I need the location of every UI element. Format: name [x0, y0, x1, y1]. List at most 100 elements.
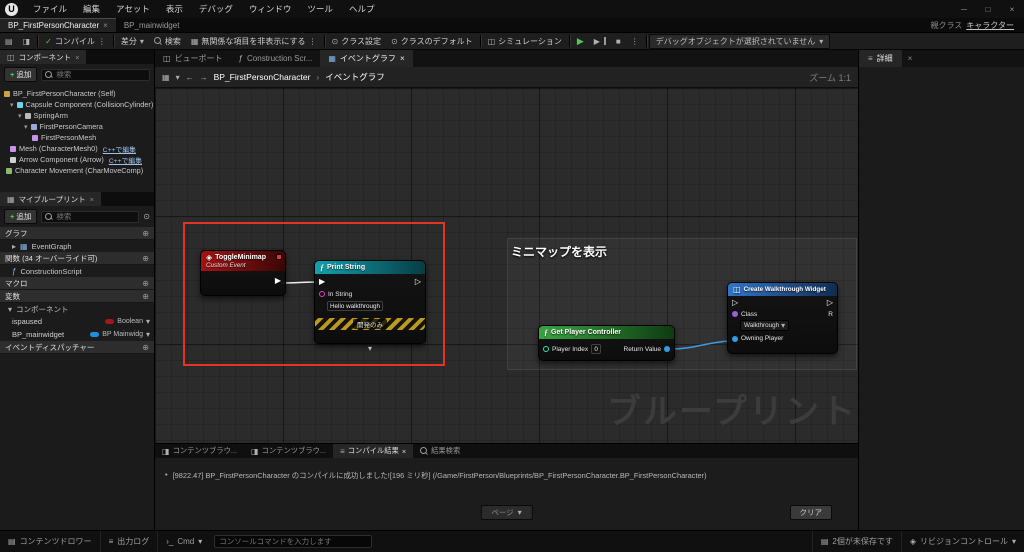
section-variables[interactable]: 変数 ⊕: [0, 290, 154, 303]
menu-asset[interactable]: アセット: [108, 3, 158, 15]
tree-row[interactable]: Arrow Component (Arrow)C++で編集: [0, 154, 154, 165]
tree-row[interactable]: FirstPersonMesh: [0, 132, 154, 143]
string-pin[interactable]: [319, 291, 325, 297]
close-icon[interactable]: ×: [402, 447, 406, 456]
comment-title[interactable]: ミニマップを表示: [511, 243, 607, 260]
section-macros[interactable]: マクロ ⊕: [0, 277, 154, 290]
node-toggle-minimap[interactable]: ◈ToggleMinimap Custom Event ▶: [200, 250, 286, 296]
myblueprint-search-input[interactable]: [56, 212, 135, 221]
exec-in-pin[interactable]: ▶: [319, 278, 325, 286]
edit-cpp-link[interactable]: C++で編集: [109, 155, 142, 165]
caret-right-icon[interactable]: ▸: [12, 242, 16, 251]
in-string-input[interactable]: Hello walkthrough: [327, 301, 383, 311]
menu-debug[interactable]: デバッグ: [191, 3, 241, 15]
play-options-button[interactable]: ⋮: [626, 33, 644, 49]
components-search-input[interactable]: [56, 70, 146, 79]
tree-row[interactable]: ▾Capsule Component (CollisionCylinder): [0, 99, 154, 110]
item-constructionscript[interactable]: ƒ ConstructionScript: [0, 265, 154, 277]
variable-bp-mainwidget[interactable]: BP_mainwidget BP Mainwidg ▾: [0, 328, 154, 341]
menu-help[interactable]: ヘルプ: [341, 3, 383, 15]
variable-ispaused[interactable]: ispaused Boolean ▾: [0, 315, 154, 328]
log-line[interactable]: [9822.47] BP_FirstPersonCharacter のコンパイル…: [173, 470, 707, 481]
play-button[interactable]: ▶: [572, 33, 589, 49]
exec-out-pin[interactable]: ▶: [275, 277, 281, 285]
find-button[interactable]: 検索: [149, 33, 186, 49]
hide-unrelated-button[interactable]: ▦ 無関係な項目を非表示にする ⋮: [186, 33, 322, 49]
owning-player-pin[interactable]: [732, 336, 738, 342]
int-pin[interactable]: [543, 346, 549, 352]
tab-content-browser-2[interactable]: ◨ コンテンツブラウ...: [244, 444, 333, 458]
tab-components[interactable]: ◫ コンポーネント ×: [0, 50, 86, 64]
back-icon[interactable]: ←: [186, 73, 194, 82]
console-input[interactable]: [219, 537, 367, 546]
kebab-icon[interactable]: ⋮: [98, 37, 106, 46]
tab-bp-mainwidget[interactable]: BP_mainwidget: [116, 18, 188, 32]
close-icon[interactable]: ×: [75, 53, 79, 62]
gear-icon[interactable]: ⊙: [143, 212, 150, 221]
output-log-button[interactable]: ≡ 出力ログ: [101, 531, 159, 552]
tab-compile-results[interactable]: ≡ コンパイル結果 ×: [333, 444, 413, 458]
tab-find-results[interactable]: 結果検索: [413, 444, 467, 458]
caret-icon[interactable]: ▾: [18, 112, 22, 120]
menu-tools[interactable]: ツール: [299, 3, 341, 15]
close-icon[interactable]: ×: [1000, 5, 1024, 14]
caret-down-icon[interactable]: ▾: [8, 305, 12, 314]
tab-construction-script[interactable]: ƒ Construction Scr...: [231, 50, 321, 67]
breadcrumb-current[interactable]: イベントグラフ: [325, 71, 385, 83]
add-graph-icon[interactable]: ⊕: [142, 229, 149, 238]
add-myblueprint-button[interactable]: + 追加: [4, 209, 37, 224]
add-variable-icon[interactable]: ⊕: [142, 292, 149, 301]
minimize-icon[interactable]: ─: [952, 5, 976, 14]
edit-cpp-link[interactable]: C++で編集: [103, 144, 136, 154]
cmd-dropdown[interactable]: ›_ Cmd ▾: [158, 531, 210, 552]
add-macro-icon[interactable]: ⊕: [142, 279, 149, 288]
chevron-down-icon[interactable]: ▾: [146, 330, 150, 339]
delegate-pin[interactable]: [276, 254, 282, 260]
menu-window[interactable]: ウィンドウ: [241, 3, 300, 15]
maximize-icon[interactable]: □: [976, 5, 1000, 14]
close-icon[interactable]: ×: [400, 54, 405, 63]
node-create-widget[interactable]: ◫ Create Walkthrough Widget ▷ ▷ Class R …: [727, 282, 838, 354]
content-drawer-button[interactable]: ▤ コンテンツドロワー: [0, 531, 101, 552]
parent-class-link[interactable]: キャラクター: [966, 20, 1014, 31]
exec-out-pin[interactable]: ▷: [827, 299, 833, 307]
unsaved-button[interactable]: ▤ 2個が未保存です: [812, 531, 901, 552]
tab-viewport[interactable]: ◫ ビューポート: [155, 50, 231, 67]
forward-icon[interactable]: →: [200, 73, 208, 82]
section-graphs[interactable]: グラフ ⊕: [0, 227, 154, 240]
caret-icon[interactable]: ▾: [10, 101, 14, 109]
tab-my-blueprint[interactable]: ▦ マイブループリント ×: [0, 192, 101, 206]
chevron-down-icon[interactable]: ▾: [176, 73, 180, 82]
chevron-down-icon[interactable]: ▾: [146, 317, 150, 326]
close-icon[interactable]: ×: [90, 195, 94, 204]
class-settings-button[interactable]: ⊙ クラス設定: [327, 33, 387, 49]
kebab-icon[interactable]: ⋮: [309, 37, 317, 46]
event-graph-canvas[interactable]: ミニマップを表示 ◈ToggleMinimap Custom Event ▶: [155, 88, 858, 443]
tree-row[interactable]: BP_FirstPersonCharacter (Self): [0, 88, 154, 99]
diff-button[interactable]: 差分 ▾: [116, 33, 149, 49]
node-header[interactable]: ƒ Get Player Controller: [539, 326, 674, 339]
tree-row[interactable]: ▾FirstPersonCamera: [0, 121, 154, 132]
tree-row[interactable]: ▾SpringArm: [0, 110, 154, 121]
node-header[interactable]: ◫ Create Walkthrough Widget: [728, 283, 837, 296]
breadcrumb-root[interactable]: BP_FirstPersonCharacter: [214, 72, 311, 82]
close-icon[interactable]: ×: [902, 50, 919, 67]
expand-pins-icon[interactable]: ▾: [368, 344, 372, 353]
tab-content-browser-1[interactable]: ◨ コンテンツブラウ...: [155, 444, 244, 458]
menu-edit[interactable]: 編集: [75, 3, 108, 15]
page-button[interactable]: ページ ▾: [480, 505, 532, 520]
class-dropdown[interactable]: Walkthrough ▾: [740, 320, 789, 331]
graph-menu-icon[interactable]: ▦: [162, 73, 170, 82]
caret-icon[interactable]: ▾: [24, 123, 28, 131]
clear-button[interactable]: クリア: [790, 505, 833, 520]
menu-view[interactable]: 表示: [158, 3, 191, 15]
player-index-input[interactable]: 0: [591, 344, 601, 354]
tab-bp-firstpersoncharacter[interactable]: BP_FirstPersonCharacter ×: [0, 18, 116, 32]
add-function-icon[interactable]: ⊕: [142, 254, 149, 263]
tab-event-graph[interactable]: ▦ イベントグラフ ×: [320, 50, 412, 67]
node-print-string[interactable]: ƒ Print String ▶ ▷ In String Hello walkt…: [314, 260, 426, 344]
add-dispatcher-icon[interactable]: ⊕: [142, 343, 149, 352]
section-functions[interactable]: 関数 (34 オーバーライド可) ⊕: [0, 252, 154, 265]
node-header[interactable]: ◈ToggleMinimap Custom Event: [201, 251, 285, 271]
section-event-dispatchers[interactable]: イベントディスパッチャー ⊕: [0, 341, 154, 354]
